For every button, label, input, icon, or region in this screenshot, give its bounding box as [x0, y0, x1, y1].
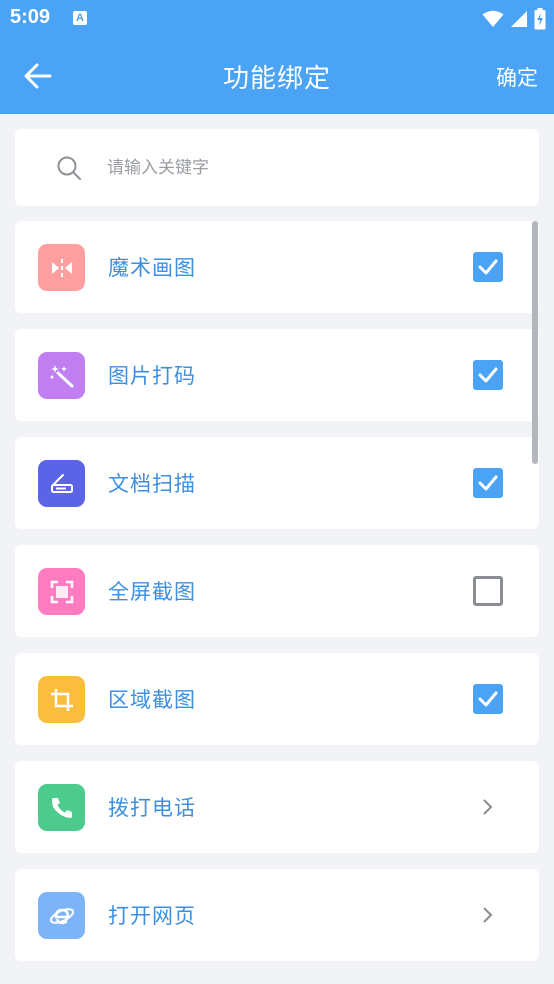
- status-time: 5:09: [10, 6, 51, 28]
- battery-icon: [534, 8, 546, 30]
- browser-icon: [38, 892, 85, 939]
- item-label: 打开网页: [108, 904, 196, 928]
- item-label: 拨打电话: [108, 796, 196, 820]
- status-bar: 5:09 A: [0, 0, 554, 38]
- status-indicators: [482, 8, 546, 30]
- app-bar: 功能绑定 确定: [0, 38, 554, 114]
- search-icon: [57, 156, 81, 180]
- item-label: 文档扫描: [108, 472, 196, 496]
- crop-icon: [38, 676, 85, 723]
- list-item[interactable]: 拨打电话: [15, 761, 539, 853]
- page-title: 功能绑定: [222, 64, 331, 94]
- item-label: 魔术画图: [108, 256, 196, 280]
- fullscreen-capture-icon: [38, 568, 85, 615]
- wifi-icon: [482, 10, 504, 27]
- list-item[interactable]: 打开网页: [15, 869, 539, 961]
- signal-icon: [511, 11, 527, 27]
- checkmark-icon: [478, 475, 498, 491]
- checkbox-checked[interactable]: [473, 252, 503, 282]
- checkmark-icon: [478, 367, 498, 383]
- item-label: 区域截图: [108, 688, 196, 712]
- magic-draw-icon: [38, 244, 85, 291]
- checkbox-checked[interactable]: [473, 360, 503, 390]
- checkbox-unchecked[interactable]: [473, 576, 503, 606]
- checkbox-checked[interactable]: [473, 468, 503, 498]
- item-label: 全屏截图: [108, 580, 196, 604]
- magic-wand-icon: [38, 352, 85, 399]
- list-item[interactable]: 区域截图: [15, 653, 539, 745]
- scrollbar[interactable]: [532, 221, 538, 464]
- search-box[interactable]: [15, 129, 539, 206]
- item-label: 图片打码: [108, 364, 196, 388]
- checkmark-icon: [478, 691, 498, 707]
- checkbox-checked[interactable]: [473, 684, 503, 714]
- confirm-button[interactable]: 确定: [496, 62, 538, 92]
- list-item[interactable]: 魔术画图: [15, 221, 539, 313]
- search-input[interactable]: [107, 153, 507, 183]
- list-item[interactable]: 全屏截图: [15, 545, 539, 637]
- notification-a-icon: A: [73, 11, 87, 25]
- list-item[interactable]: 图片打码: [15, 329, 539, 421]
- scanner-icon: [38, 460, 85, 507]
- function-list: 魔术画图 图片打码 文档扫描 全屏截图 区域截图 拨打电话 打开网页: [15, 221, 539, 977]
- list-item[interactable]: 文档扫描: [15, 437, 539, 529]
- chevron-right-icon: [477, 796, 497, 818]
- chevron-right-icon: [477, 904, 497, 926]
- phone-icon: [38, 784, 85, 831]
- checkmark-icon: [478, 259, 498, 275]
